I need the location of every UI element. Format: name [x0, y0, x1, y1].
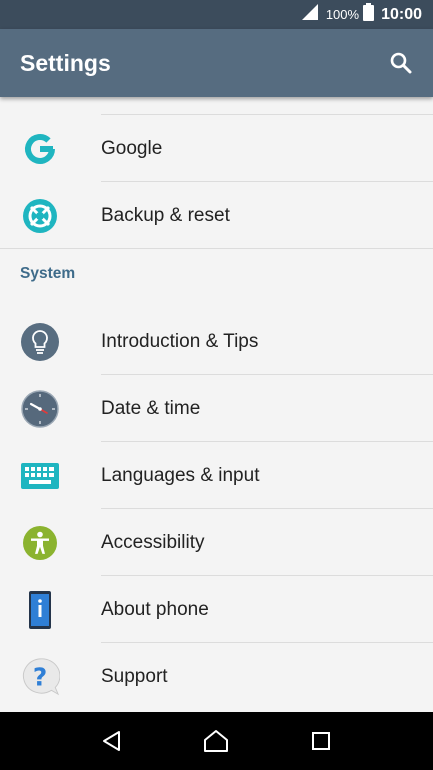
settings-item-label: Date & time	[101, 397, 201, 419]
settings-item-introduction-tips[interactable]: Introduction & Tips	[0, 308, 433, 375]
keyboard-icon	[20, 456, 60, 496]
google-icon	[20, 129, 60, 169]
home-button[interactable]	[191, 716, 241, 766]
status-bar: 100% 10:00	[0, 0, 433, 29]
recent-apps-button[interactable]	[296, 716, 346, 766]
settings-item-languages-input[interactable]: Languages & input	[0, 442, 433, 509]
lightbulb-icon	[20, 322, 60, 362]
home-icon	[204, 730, 229, 752]
settings-item-label: About phone	[101, 598, 209, 620]
settings-item-label: Introduction & Tips	[101, 330, 259, 352]
section-header-system: System	[20, 265, 76, 282]
accessibility-icon	[20, 523, 60, 563]
clock-icon	[20, 389, 60, 429]
settings-item-label: Accessibility	[101, 531, 205, 553]
search-icon	[390, 52, 412, 74]
phone-info-icon	[20, 590, 60, 630]
settings-list: Google Backup & reset System Introductio…	[0, 97, 433, 712]
settings-item-support[interactable]: ? Support	[0, 643, 433, 710]
settings-item-label: Languages & input	[101, 464, 260, 486]
settings-item-accessibility[interactable]: Accessibility	[0, 509, 433, 576]
navigation-bar	[0, 712, 433, 770]
support-question-icon: ?	[20, 657, 60, 697]
settings-item-backup-reset[interactable]: Backup & reset	[0, 182, 433, 249]
battery-icon	[363, 3, 375, 26]
page-title: Settings	[20, 49, 111, 76]
settings-item-google[interactable]: Google	[0, 115, 433, 182]
settings-item-label: Support	[101, 665, 168, 687]
settings-item-about-phone[interactable]: About phone	[0, 576, 433, 643]
app-bar: Settings	[0, 29, 433, 97]
back-button[interactable]	[87, 716, 137, 766]
clock-time: 10:00	[381, 5, 422, 23]
back-icon	[103, 731, 121, 751]
search-button[interactable]	[377, 39, 425, 87]
recent-apps-icon	[311, 732, 330, 750]
settings-item-label: Backup & reset	[101, 204, 230, 226]
svg-text:?: ?	[33, 662, 47, 691]
backup-reset-icon	[20, 196, 60, 236]
signal-icon	[301, 4, 320, 25]
settings-item-date-time[interactable]: Date & time	[0, 375, 433, 442]
battery-percent: 100%	[325, 7, 360, 22]
divider	[0, 248, 433, 249]
settings-item-label: Google	[101, 137, 163, 159]
